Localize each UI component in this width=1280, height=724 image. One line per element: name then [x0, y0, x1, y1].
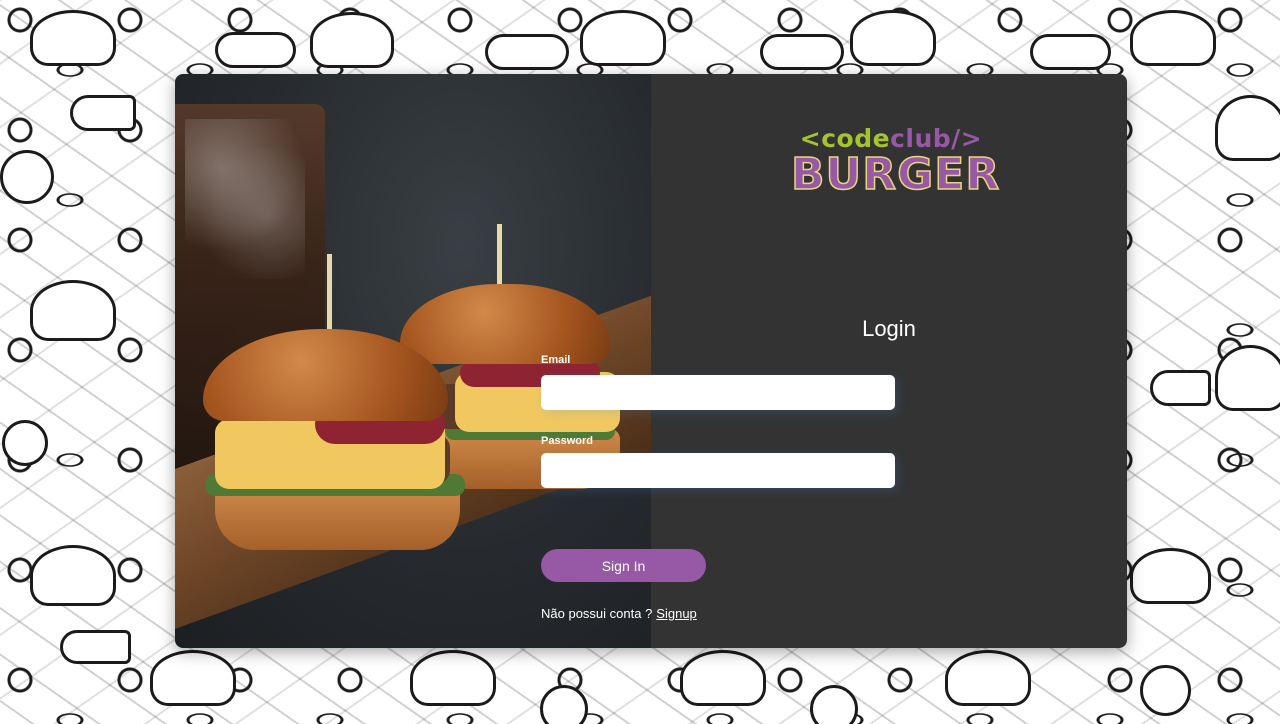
- corn-doodle-icon: [1030, 34, 1111, 70]
- back-burger-top-bun: [400, 284, 610, 364]
- burger-doodle-icon: [30, 545, 116, 606]
- password-field[interactable]: [541, 453, 895, 488]
- donut-doodle-icon: [810, 685, 858, 724]
- burger-doodle-icon: [410, 650, 496, 706]
- donut-doodle-icon: [0, 150, 54, 204]
- drumstick-doodle-icon: [60, 630, 131, 664]
- burger-doodle-icon: [310, 12, 394, 68]
- login-title: Login: [862, 316, 916, 341]
- burger-doodle-icon: [580, 10, 666, 66]
- corn-doodle-icon: [485, 34, 569, 70]
- sign-in-button[interactable]: Sign In: [541, 549, 706, 582]
- signup-row: Não possui conta ? Signup: [541, 606, 697, 621]
- password-label: Password: [541, 435, 593, 447]
- signup-link[interactable]: Signup: [656, 606, 696, 621]
- burger-doodle-icon: [680, 650, 766, 706]
- no-account-text: Não possui conta ?: [541, 606, 653, 621]
- burger-doodle-icon: [1130, 10, 1216, 66]
- burger-doodle-icon: [850, 10, 936, 66]
- logo-brand-text: BURGER: [790, 149, 1001, 200]
- burger-doodle-icon: [30, 10, 116, 66]
- burger-doodle-icon: [30, 280, 116, 341]
- burger-doodle-icon: [1215, 95, 1280, 161]
- burger-doodle-icon: [945, 650, 1031, 706]
- donut-doodle-icon: [540, 685, 588, 724]
- skewer-image: [327, 254, 332, 334]
- burger-doodle-icon: [150, 650, 236, 706]
- burger-doodle-icon: [1215, 345, 1280, 411]
- email-field[interactable]: [541, 375, 895, 410]
- corn-doodle-icon: [215, 32, 296, 68]
- drumstick-doodle-icon: [1150, 370, 1211, 406]
- donut-doodle-icon: [1140, 665, 1191, 716]
- email-label: Email: [541, 354, 571, 366]
- codeclub-burger-logo: <codeclub/> BURGER: [790, 124, 1001, 200]
- corn-doodle-icon: [760, 34, 844, 70]
- burger-doodle-icon: [1130, 548, 1211, 604]
- login-panel: <codeclub/> BURGER Login: [651, 74, 1127, 648]
- drumstick-doodle-icon: [70, 95, 136, 131]
- donut-doodle-icon: [2, 420, 48, 466]
